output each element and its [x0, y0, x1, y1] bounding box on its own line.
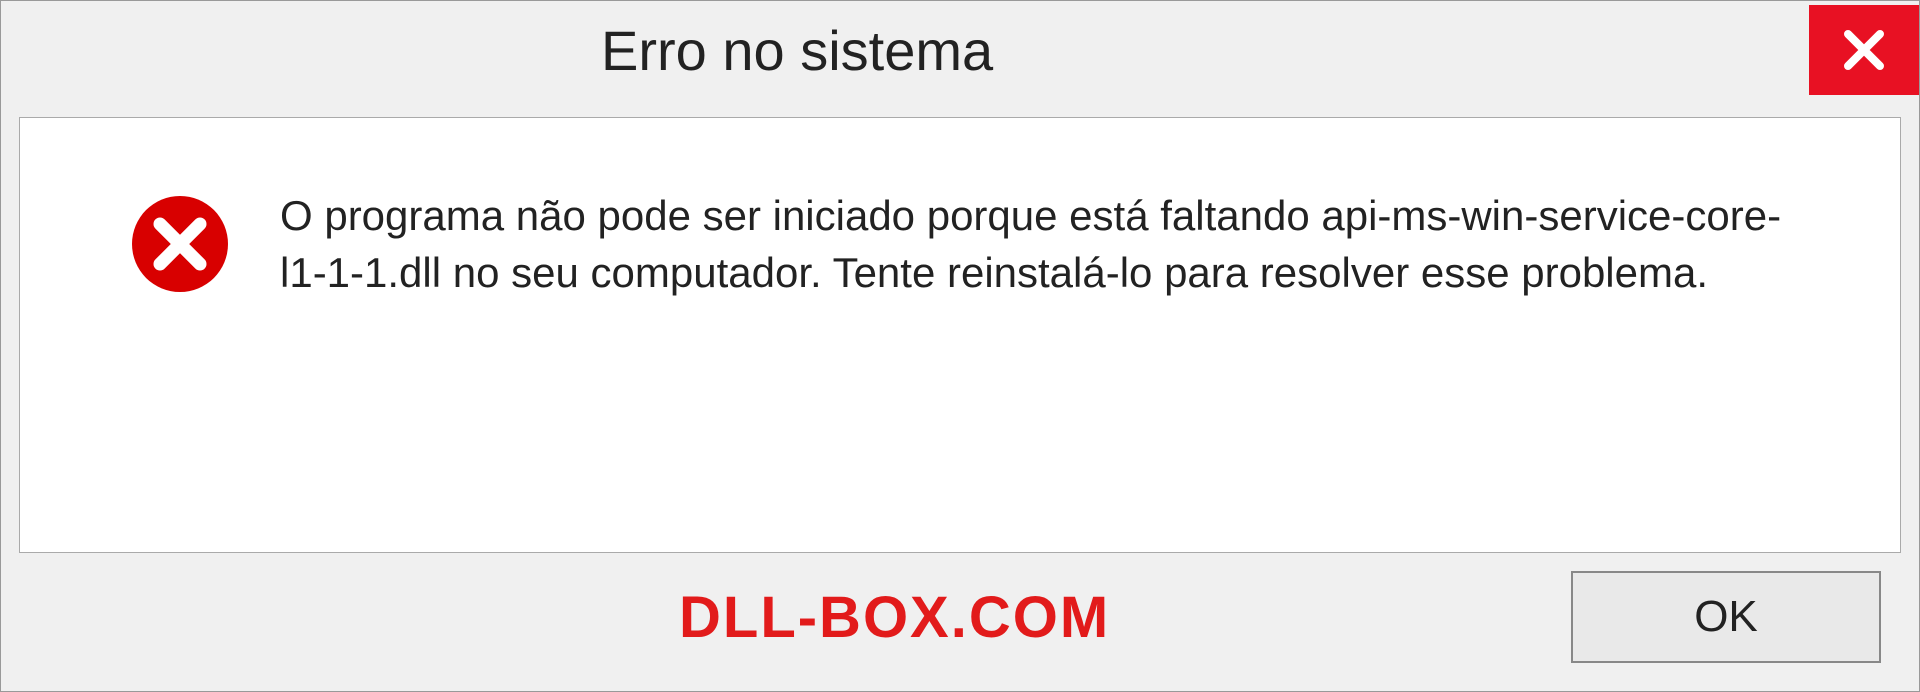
content-panel: O programa não pode ser iniciado porque … — [19, 117, 1901, 553]
dialog-title: Erro no sistema — [1, 18, 993, 83]
error-dialog: Erro no sistema O programa não pode ser … — [0, 0, 1920, 692]
close-icon — [1840, 26, 1888, 74]
close-button[interactable] — [1809, 5, 1919, 95]
error-icon — [130, 194, 230, 294]
dialog-footer: DLL-BOX.COM OK — [1, 553, 1919, 691]
titlebar: Erro no sistema — [1, 1, 1919, 99]
watermark-text: DLL-BOX.COM — [679, 584, 1110, 651]
ok-button[interactable]: OK — [1571, 571, 1881, 663]
error-message: O programa não pode ser iniciado porque … — [280, 188, 1800, 301]
